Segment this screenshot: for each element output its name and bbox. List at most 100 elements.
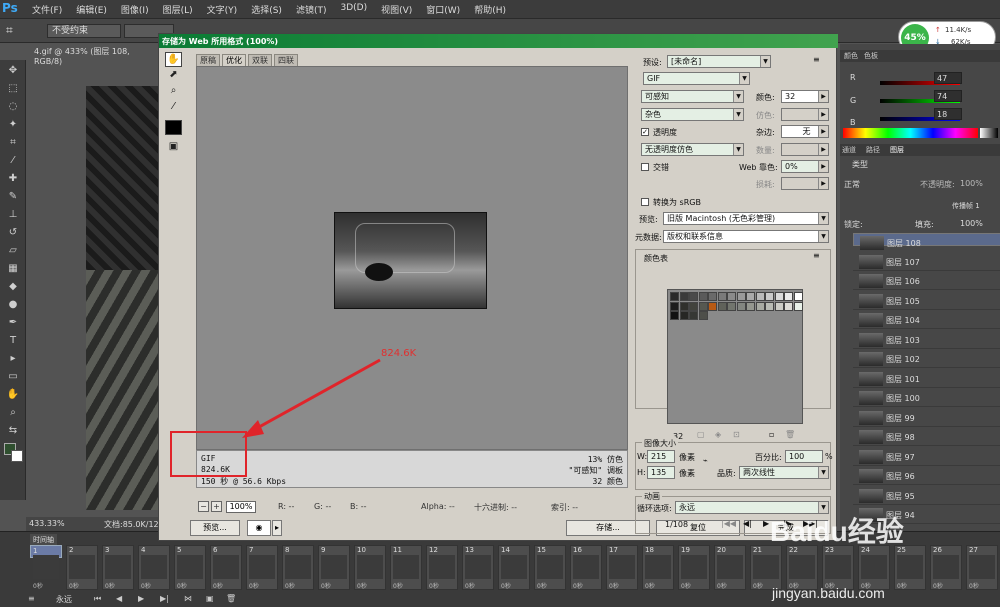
hand-icon[interactable]: ✋ — [165, 52, 182, 67]
blur-tool-icon[interactable]: ◆ — [6, 280, 20, 294]
frame-delay[interactable]: 0秒 — [717, 581, 727, 590]
delete-color-icon[interactable]: 🗑 — [785, 430, 795, 439]
menu-item-8[interactable]: 视图(V) — [381, 3, 412, 16]
color-swatch[interactable] — [727, 292, 736, 301]
type-tool-icon[interactable]: T — [6, 334, 20, 348]
color-table[interactable] — [667, 289, 803, 424]
background-color-swatch[interactable] — [11, 450, 23, 462]
opacity-value[interactable]: 100% — [960, 179, 983, 188]
timeline-frame[interactable]: 19 0秒 — [678, 545, 710, 590]
timeline-frame[interactable]: 3 0秒 — [102, 545, 134, 590]
frame-delay[interactable]: 0秒 — [393, 581, 403, 590]
frame-delay[interactable]: 0秒 — [69, 581, 79, 590]
crop-preset-select[interactable]: 不受约束 — [47, 24, 121, 38]
path-selection-tool-icon[interactable]: ▸ — [6, 352, 20, 366]
frame-delay[interactable]: 0秒 — [645, 581, 655, 590]
menu-item-3[interactable]: 图层(L) — [163, 3, 193, 16]
color-swatch[interactable] — [670, 301, 679, 311]
healing-brush-tool-icon[interactable]: ✚ — [6, 172, 20, 186]
brush-tool-icon[interactable]: ✎ — [6, 190, 20, 204]
timeline-frame[interactable]: 20 0秒 — [714, 545, 746, 590]
menu-item-10[interactable]: 帮助(H) — [474, 3, 506, 16]
grayscale-ramp[interactable] — [980, 128, 998, 138]
color-swatch[interactable] — [717, 301, 727, 311]
timeline-frame[interactable]: 26 0秒 — [930, 545, 962, 590]
timeline-frame[interactable]: 17 0秒 — [606, 545, 638, 590]
frame-delay[interactable]: 0秒 — [321, 581, 331, 590]
color-swatch[interactable] — [689, 311, 698, 320]
dither-algorithm-select[interactable]: 杂色 ▼ — [641, 108, 744, 121]
timeline-frame[interactable]: 23 0秒 — [822, 545, 854, 590]
color-swatch[interactable] — [765, 301, 774, 311]
timeline-frame[interactable]: 25 0秒 — [894, 545, 926, 590]
color-swatch[interactable] — [746, 292, 755, 301]
color-swatch[interactable] — [793, 301, 803, 311]
color-spectrum[interactable] — [843, 128, 978, 138]
color-swatch[interactable] — [727, 301, 736, 311]
gradient-tool-icon[interactable]: ▦ — [6, 262, 20, 276]
frame-delay[interactable]: 0秒 — [753, 581, 763, 590]
timeline-frame[interactable]: 15 0秒 — [534, 545, 566, 590]
lock-color-icon[interactable]: ⊡ — [733, 430, 740, 439]
timeline-frame[interactable]: 11 0秒 — [390, 545, 422, 590]
shape-tool-icon[interactable]: ▭ — [6, 370, 20, 384]
zoom-in-icon[interactable]: + — [211, 501, 222, 512]
frame-delay[interactable]: 0秒 — [933, 581, 943, 590]
frame-delay[interactable]: 0秒 — [501, 581, 511, 590]
layer-row[interactable]: 图层 102 — [853, 350, 1000, 368]
color-swatch[interactable] — [708, 292, 717, 301]
marquee-tool-icon[interactable]: ⬚ — [6, 82, 20, 96]
zoom-icon[interactable]: ⌕ — [165, 84, 182, 99]
map-transparent-icon[interactable]: ▢ — [697, 430, 705, 439]
colors-field[interactable]: 32 ▶ — [781, 90, 829, 103]
timeline-frame[interactable]: 12 0秒 — [426, 545, 458, 590]
color-swatch[interactable] — [698, 292, 708, 301]
browser-menu-icon[interactable]: ▸ — [272, 520, 282, 536]
crop-icon[interactable]: ⌗ — [6, 23, 13, 38]
menu-item-6[interactable]: 滤镜(T) — [296, 3, 327, 16]
frame-delay[interactable]: 0秒 — [429, 581, 439, 590]
dither-field[interactable]: ▶ — [781, 108, 829, 121]
frame-delay[interactable]: 0秒 — [573, 581, 583, 590]
pen-tool-icon[interactable]: ✒ — [6, 316, 20, 330]
red-value[interactable]: 47 — [934, 72, 962, 84]
timeline-frame[interactable]: 18 0秒 — [642, 545, 674, 590]
tab-2up[interactable]: 双联 — [248, 54, 272, 66]
menu-item-5[interactable]: 选择(S) — [251, 3, 282, 16]
color-swatch[interactable] — [784, 301, 793, 311]
timeline-frame[interactable]: 22 0秒 — [786, 545, 818, 590]
preview-button[interactable]: 预览... — [190, 520, 240, 536]
delete-frame-icon[interactable]: 🗑 — [226, 594, 236, 603]
play-icon[interactable]: ▶ — [138, 594, 144, 603]
color-swatch[interactable] — [755, 301, 765, 311]
color-table-menu-icon[interactable]: ≡ — [813, 251, 820, 260]
blend-mode-select[interactable]: 正常 — [844, 179, 860, 190]
eyedropper-color-swatch[interactable] — [165, 120, 182, 135]
slice-select-icon[interactable]: ⬈ — [165, 68, 182, 83]
frame-delay[interactable]: 0秒 — [465, 581, 475, 590]
color-swatch[interactable] — [670, 292, 679, 301]
color-swatch[interactable] — [774, 292, 784, 301]
width-field[interactable]: 215 — [647, 450, 675, 463]
metadata-select[interactable]: 版权和联系信息 ▼ — [663, 230, 829, 243]
color-swatch[interactable] — [689, 301, 698, 311]
timeline-frame[interactable]: 6 0秒 — [210, 545, 242, 590]
color-swatch[interactable] — [679, 292, 689, 301]
quality-select[interactable]: 两次线性 ▼ — [739, 466, 829, 479]
layer-row[interactable]: 图层 95 — [853, 487, 1000, 505]
dodge-tool-icon[interactable]: ● — [6, 298, 20, 312]
zoom-level[interactable]: 433.33% — [29, 519, 65, 528]
frame-delay[interactable]: 0秒 — [681, 581, 691, 590]
tab-color[interactable]: 颜色 — [844, 51, 858, 61]
hand-tool-icon[interactable]: ✋ — [6, 388, 20, 402]
prev-frame-icon[interactable]: ◀ — [116, 594, 122, 603]
frame-delay[interactable]: 0秒 — [177, 581, 187, 590]
color-swatch[interactable] — [765, 292, 774, 301]
move-tool-icon[interactable]: ✥ — [6, 64, 20, 78]
timeline-frame[interactable]: 2 0秒 — [66, 545, 98, 590]
layer-row[interactable]: 图层 96 — [853, 467, 1000, 485]
crop-tool-icon[interactable]: ⌗ — [6, 136, 20, 150]
eraser-tool-icon[interactable]: ▱ — [6, 244, 20, 258]
propagate-frame-checkbox[interactable]: 传播帧 1 — [952, 201, 980, 211]
layer-row[interactable]: 图层 99 — [853, 409, 1000, 427]
